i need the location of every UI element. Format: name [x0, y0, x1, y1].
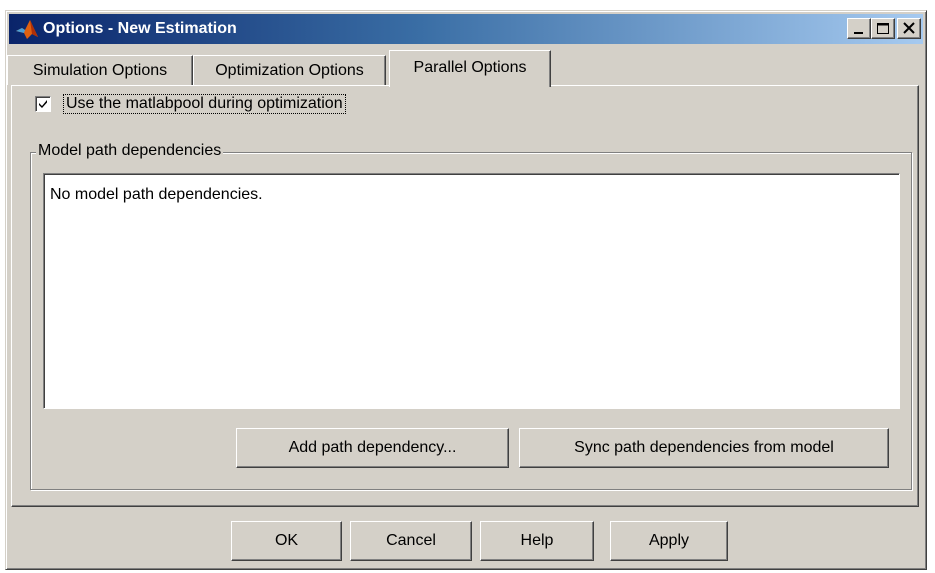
- close-icon: [903, 22, 915, 34]
- sync-path-dependencies-button[interactable]: Sync path dependencies from model: [519, 428, 889, 468]
- empty-list-message: No model path dependencies.: [50, 186, 263, 203]
- use-matlabpool-label: Use the matlabpool during optimization: [63, 94, 346, 114]
- title-bar[interactable]: Options - New Estimation: [9, 14, 923, 44]
- minimize-button[interactable]: [847, 18, 871, 39]
- window-title: Options - New Estimation: [43, 20, 237, 37]
- help-button[interactable]: Help: [480, 521, 594, 561]
- apply-button[interactable]: Apply: [610, 521, 728, 561]
- maximize-button[interactable]: [871, 18, 895, 39]
- minimize-icon: [854, 32, 863, 34]
- tab-optimization-options[interactable]: Optimization Options: [193, 55, 386, 85]
- maximize-icon: [877, 23, 889, 34]
- tab-label: Parallel Options: [413, 59, 527, 76]
- tab-label: Simulation Options: [32, 61, 168, 79]
- add-path-dependency-button[interactable]: Add path dependency...: [236, 428, 509, 468]
- use-matlabpool-checkbox[interactable]: [35, 96, 51, 112]
- close-button[interactable]: [897, 18, 921, 39]
- use-matlabpool-option[interactable]: Use the matlabpool during optimization: [35, 92, 346, 116]
- ok-button[interactable]: OK: [231, 521, 342, 561]
- model-path-dependencies-title: Model path dependencies: [36, 142, 224, 160]
- tab-simulation-options[interactable]: Simulation Options: [7, 55, 193, 85]
- window-controls: [847, 18, 921, 39]
- tab-label: Optimization Options: [215, 61, 364, 79]
- checkmark-icon: [39, 100, 47, 108]
- matlab-logo-icon: [16, 20, 38, 39]
- tab-parallel-options[interactable]: Parallel Options: [389, 50, 551, 87]
- cancel-button[interactable]: Cancel: [350, 521, 472, 561]
- path-dependencies-list[interactable]: No model path dependencies.: [43, 173, 900, 409]
